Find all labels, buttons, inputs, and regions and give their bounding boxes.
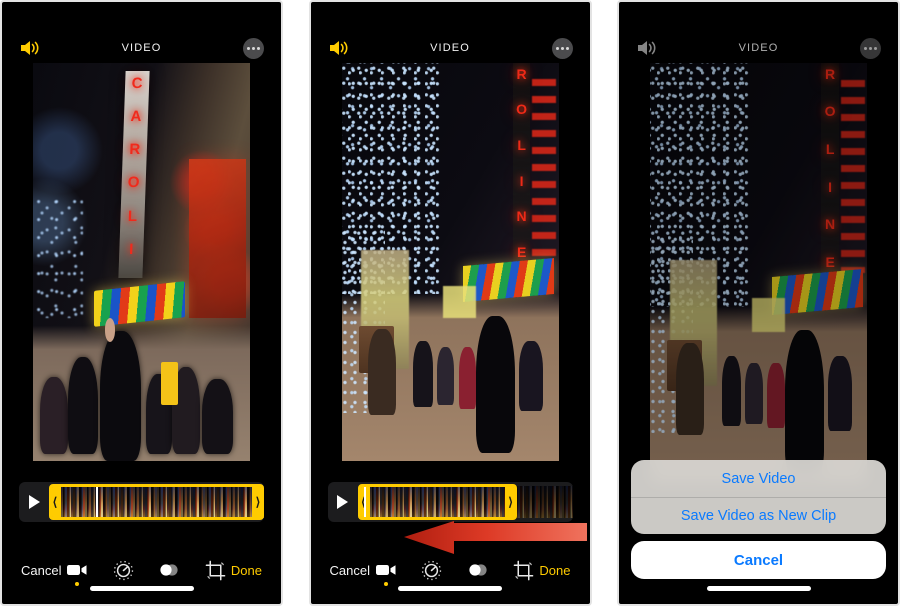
phone-panel-2: VIDEO R O L I N E ⟩ Cancel Done: [308, 0, 592, 606]
neon-letter: R: [129, 141, 141, 159]
playhead[interactable]: [96, 487, 99, 517]
top-bar-2: VIDEO: [314, 30, 587, 66]
adjust-tool-icon[interactable]: [420, 557, 444, 583]
ellipsis-icon[interactable]: [243, 37, 264, 59]
tool-icon-group: [65, 557, 227, 586]
editor-toolbar-2: Cancel Done: [314, 553, 587, 587]
save-video-option[interactable]: Save Video: [631, 460, 886, 497]
video-preview-1[interactable]: C A R O L I: [33, 63, 250, 461]
crowd-silhouettes: [342, 254, 559, 461]
save-action-sheet: Save Video Save Video as New Clip Cancel: [631, 460, 886, 579]
action-sheet-options-group: Save Video Save Video as New Clip: [631, 460, 886, 534]
crop-tool-icon[interactable]: [203, 557, 227, 583]
neon-letter: I: [128, 240, 134, 258]
home-indicator[interactable]: [89, 586, 194, 591]
done-button[interactable]: Done: [539, 563, 570, 578]
neon-letter: I: [519, 172, 524, 189]
trim-timeline-1[interactable]: ⟨ ⟩: [19, 482, 264, 522]
video-tool-icon[interactable]: [374, 557, 398, 586]
phone-screen-3: VIDEO R O L I N E Save Video Save Video …: [622, 5, 895, 601]
adjust-tool-icon[interactable]: [111, 557, 135, 583]
selected-indicator-dot: [383, 582, 388, 586]
neon-letter: N: [516, 208, 527, 225]
neon-letter: R: [516, 65, 527, 82]
home-indicator[interactable]: [398, 586, 502, 591]
tool-icon-group: [374, 557, 536, 586]
top-bar-1: VIDEO: [5, 30, 278, 66]
screenshot-root: VIDEO C A R O L I ⟨ ⟩ Cancel Done VIDEO …: [0, 0, 900, 610]
phone-screen-2: VIDEO R O L I N E ⟩ Cancel Done: [313, 5, 587, 601]
play-icon[interactable]: [19, 495, 49, 509]
action-sheet-cancel-group: Cancel: [631, 541, 886, 579]
save-video-as-new-clip-option[interactable]: Save Video as New Clip: [631, 497, 886, 534]
trimmed-away-region: [516, 486, 573, 518]
filters-tool-icon[interactable]: [466, 557, 490, 583]
neon-letter: A: [130, 108, 142, 126]
selected-indicator-dot: [75, 582, 80, 586]
pedestrian-head: [104, 317, 116, 342]
play-icon[interactable]: [328, 495, 358, 509]
ellipsis-icon[interactable]: [551, 37, 573, 59]
yellow-shopping-bag: [161, 361, 179, 406]
phone-screen-1: VIDEO C A R O L I ⟨ ⟩ Cancel Done: [5, 5, 278, 601]
video-title-label: VIDEO: [121, 42, 162, 54]
phone-panel-1: VIDEO C A R O L I ⟨ ⟩ Cancel Done: [0, 0, 283, 606]
filmstrip-track[interactable]: ⟨ ⟩: [357, 484, 573, 520]
cancel-button[interactable]: Cancel: [330, 563, 370, 578]
home-indicator[interactable]: [706, 586, 811, 591]
neon-letter: L: [127, 207, 138, 225]
video-preview-2[interactable]: R O L I N E: [341, 63, 559, 461]
playhead[interactable]: [363, 487, 366, 517]
phone-panel-3: VIDEO R O L I N E Save Video Save Video …: [617, 0, 900, 606]
crowd-silhouettes: [33, 294, 250, 461]
video-title-label: VIDEO: [430, 42, 470, 54]
neon-letter: C: [131, 75, 143, 93]
filmstrip-track[interactable]: ⟨ ⟩: [49, 484, 264, 520]
cancel-button[interactable]: Cancel: [21, 563, 61, 578]
filters-tool-icon[interactable]: [157, 557, 181, 583]
neon-letter: O: [127, 174, 140, 192]
editor-toolbar-1: Cancel Done: [5, 553, 278, 587]
neon-letter: L: [517, 137, 526, 154]
filmstrip-thumbnails: [49, 486, 264, 518]
video-tool-icon[interactable]: [65, 557, 89, 586]
speaker-wave-icon[interactable]: [328, 38, 352, 58]
annotation-arrow-left-icon: [402, 521, 587, 557]
neon-sign-vertical: R O L I N E: [512, 63, 531, 282]
crop-tool-icon[interactable]: [512, 557, 536, 583]
trim-timeline-2[interactable]: ⟨ ⟩: [327, 482, 573, 522]
speaker-wave-icon[interactable]: [19, 38, 43, 58]
action-sheet-cancel-button[interactable]: Cancel: [631, 541, 886, 579]
done-button[interactable]: Done: [231, 563, 262, 578]
neon-letter: O: [516, 101, 528, 118]
red-led-sign: [532, 78, 557, 262]
